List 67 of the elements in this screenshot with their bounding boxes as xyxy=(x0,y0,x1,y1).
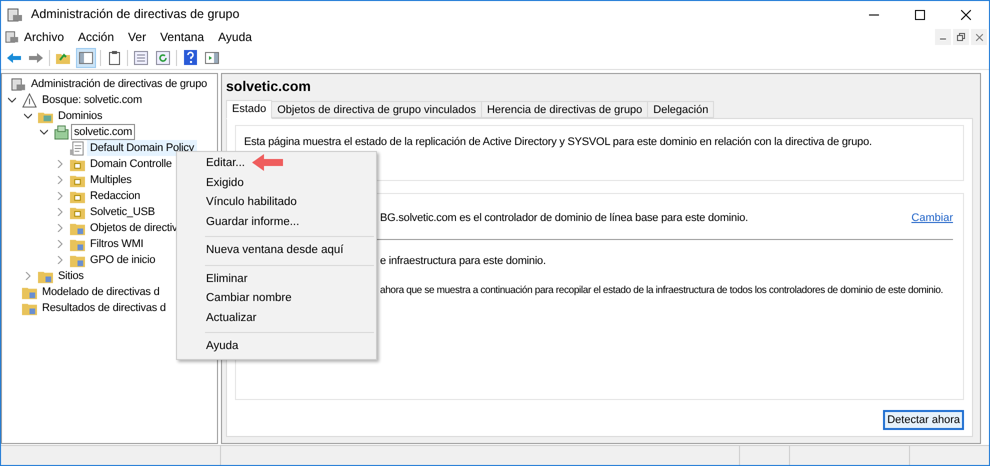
menu-item[interactable]: Ver xyxy=(128,28,146,46)
expand-chevron-icon[interactable] xyxy=(56,160,64,168)
tree-item[interactable]: Solvetic_USB xyxy=(87,204,158,220)
menu-item[interactable]: Cambiar nombre xyxy=(177,289,376,308)
arrow-icon xyxy=(252,154,283,171)
menu-item[interactable]: Exigido xyxy=(177,174,376,193)
app-icon xyxy=(7,6,23,22)
tree-toggle-button[interactable] xyxy=(76,48,96,68)
app-icon xyxy=(5,30,19,44)
restore-icon xyxy=(957,33,965,41)
panel-title: solvetic.com xyxy=(226,77,312,95)
tab[interactable]: Estado xyxy=(226,100,272,119)
expand-chevron-icon[interactable] xyxy=(24,272,32,280)
tree-item[interactable]: GPO de inicio xyxy=(87,252,158,268)
tree-item[interactable]: solvetic.com xyxy=(71,124,136,140)
tab[interactable]: Herencia de directivas de grupo xyxy=(480,101,648,118)
expand-chevron-icon[interactable] xyxy=(56,224,64,232)
minimize-button[interactable] xyxy=(935,29,951,45)
baseline-text: BG.solvetic.com es el controlador de dominio de línea base para este dominio. xyxy=(380,211,748,226)
tree-item[interactable]: Multiples xyxy=(87,172,135,188)
tree-item[interactable]: Domain Controlle xyxy=(87,156,175,172)
refresh-button[interactable] xyxy=(154,48,172,66)
expand-chevron-icon[interactable] xyxy=(56,240,64,248)
building-icon xyxy=(54,124,69,140)
document-icon xyxy=(70,140,85,156)
tree-item[interactable]: Dominios xyxy=(55,108,106,124)
tree-item[interactable]: Resultados de directivas d xyxy=(39,300,169,316)
collapse-chevron-icon[interactable] xyxy=(24,112,32,120)
close-icon xyxy=(976,34,982,40)
tree-item[interactable]: Modelado de directivas d xyxy=(39,284,162,300)
menu-item[interactable]: Archivo xyxy=(24,28,64,46)
tree-item[interactable]: Bosque: solvetic.com xyxy=(39,92,145,108)
expand-chevron-icon[interactable] xyxy=(56,256,64,264)
menu-item[interactable]: Ayuda xyxy=(177,337,376,356)
tab[interactable]: Delegación xyxy=(647,101,714,118)
tree-item[interactable]: Sitios xyxy=(55,268,87,284)
properties-button[interactable] xyxy=(132,48,150,66)
tree-item[interactable]: Administración de directivas de grupo xyxy=(28,76,210,92)
tree-item[interactable]: Filtros WMI xyxy=(87,236,146,252)
tree-item[interactable]: Default Domain Policy xyxy=(87,140,198,156)
expand-chevron-icon[interactable] xyxy=(56,208,64,216)
close-icon xyxy=(961,10,971,20)
restore-button[interactable] xyxy=(953,29,969,45)
console-icon xyxy=(11,76,26,92)
menu-item[interactable]: Vínculo habilitado xyxy=(177,193,376,212)
menu-item[interactable]: Editar... xyxy=(177,154,376,174)
change-link[interactable]: Cambiar xyxy=(911,210,953,226)
menu-item[interactable]: Eliminar xyxy=(177,270,376,289)
expand-chevron-icon[interactable] xyxy=(56,176,64,184)
menu-item[interactable]: Nueva ventana desde aquí xyxy=(177,241,376,260)
intro-text: Esta página muestra el estado de la replicación de Active Directory y SYSVOL para este dominio en relación con la directiva de grupo. xyxy=(244,136,872,148)
menu-item[interactable]: Ventana xyxy=(160,28,204,46)
help-button[interactable] xyxy=(181,48,199,66)
expand-chevron-icon[interactable] xyxy=(56,192,64,200)
menu-item[interactable]: Ayuda xyxy=(218,28,252,46)
detect-now-button[interactable]: Detectar ahora xyxy=(883,410,964,430)
detect-hint-text: ahora que se muestra a continuación para recopilar el estado de la infraestructura de todos los controladores de dominio de este dominio. xyxy=(380,285,943,296)
tree-item[interactable]: Redaccion xyxy=(87,188,144,204)
triangle-icon xyxy=(22,92,37,108)
collapse-chevron-icon[interactable] xyxy=(8,96,16,104)
window-title: Administración de directivas de grupo xyxy=(31,6,240,24)
infrastructure-text: e infraestructura para este dominio. xyxy=(380,254,546,266)
maximize-icon xyxy=(915,10,925,20)
collapse-chevron-icon[interactable] xyxy=(40,128,48,136)
menu-item[interactable]: Actualizar xyxy=(177,308,376,328)
tab[interactable]: Objetos de directiva de grupo vinculados xyxy=(271,101,482,118)
menu-item[interactable]: Acción xyxy=(78,28,114,46)
